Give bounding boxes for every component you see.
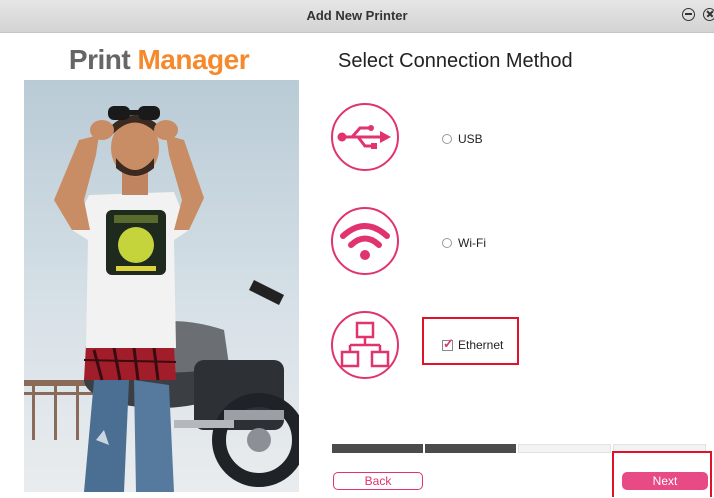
app-logo: Print Manager [24, 44, 294, 76]
wifi-icon[interactable] [330, 206, 400, 276]
promo-photo [24, 80, 299, 492]
logo-word-print: Print [68, 44, 131, 75]
page-title: Select Connection Method [338, 50, 573, 72]
ethernet-icon[interactable] [330, 310, 400, 380]
progress-step-3 [518, 444, 611, 453]
ethernet-label: Ethernet [458, 338, 504, 352]
minimize-icon[interactable] [682, 8, 695, 21]
usb-icon[interactable] [330, 102, 400, 172]
check-icon: ✓ [443, 335, 454, 351]
back-button[interactable]: Back [333, 472, 423, 490]
usb-option[interactable]: USB [442, 132, 483, 146]
progress-step-2 [425, 444, 516, 453]
progress-step-1 [332, 444, 423, 453]
close-icon[interactable] [703, 8, 714, 21]
usb-radio[interactable] [442, 134, 452, 144]
window-title: Add New Printer [306, 8, 408, 23]
logo-word-manager: Manager [137, 44, 250, 75]
wifi-label: Wi-Fi [458, 236, 486, 250]
usb-label: USB [458, 132, 483, 146]
wifi-radio[interactable] [442, 238, 452, 248]
wifi-option[interactable]: Wi-Fi [442, 236, 486, 250]
ethernet-checkbox[interactable]: ✓ [442, 336, 454, 351]
ethernet-option[interactable]: ✓ Ethernet [442, 336, 504, 352]
next-button[interactable]: Next [622, 472, 708, 490]
title-bar: Add New Printer [0, 0, 714, 33]
